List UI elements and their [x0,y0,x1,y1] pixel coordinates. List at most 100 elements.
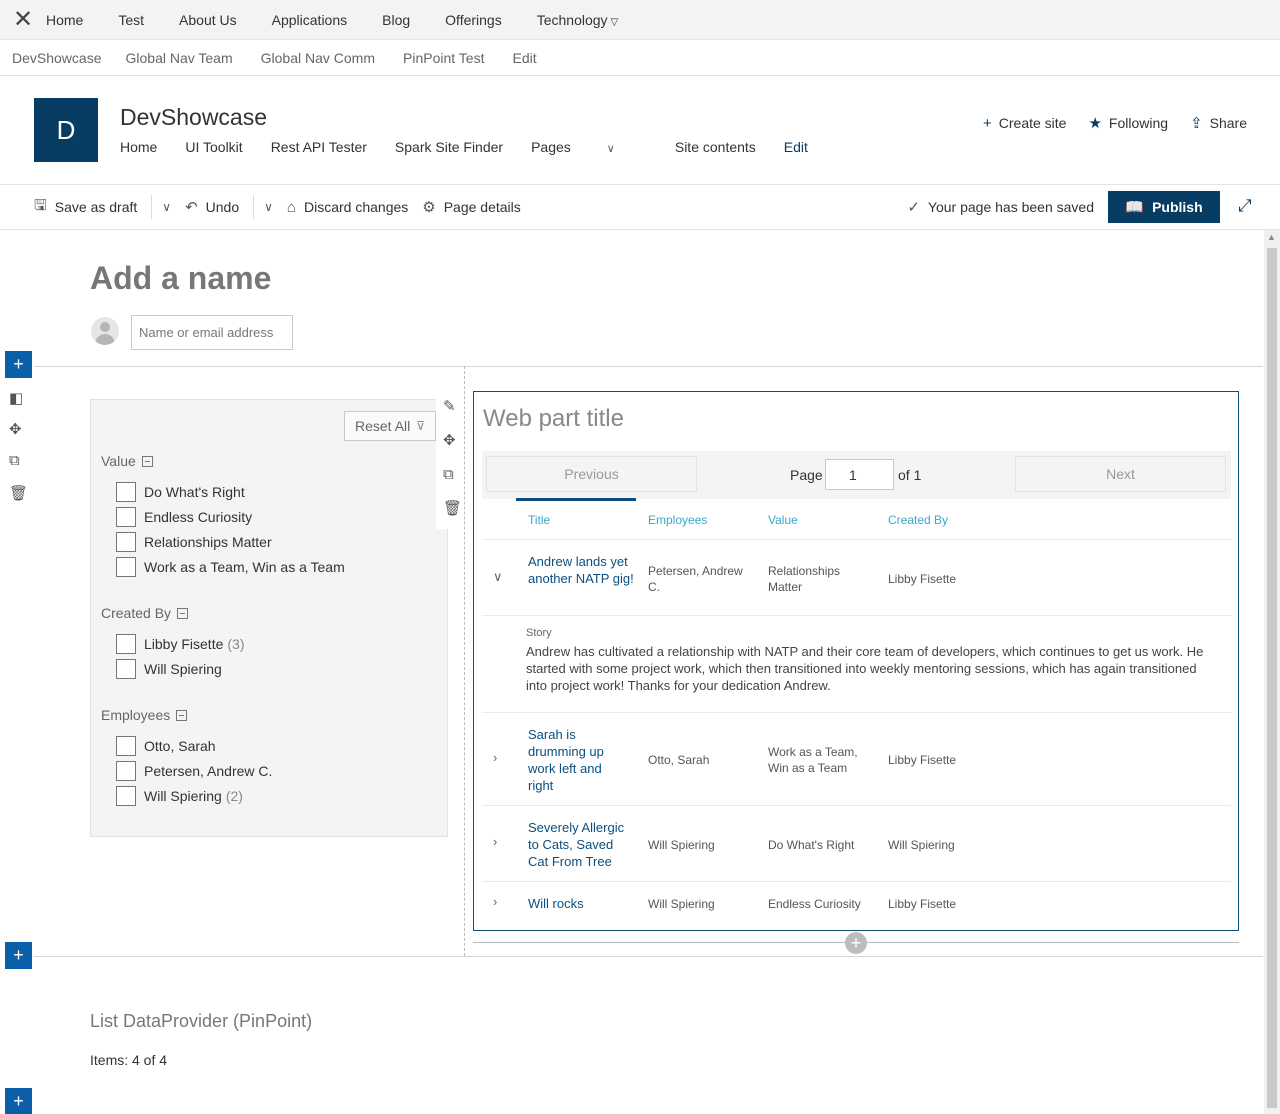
chevron-down-icon[interactable]: ∨ [162,200,171,214]
hub-nav: DevShowcase Global Nav Team Global Nav C… [0,40,1280,76]
row-value: Work as a Team, Win as a Team [768,745,858,775]
author-input[interactable]: Name or email address [131,315,293,350]
column-header-created-by[interactable]: Created By [888,513,948,527]
row-title-link[interactable]: Will rocks [528,895,584,912]
site-nav-pages[interactable]: Pages ∨ [531,139,643,155]
hub-nav-item-edit[interactable]: Edit [512,50,536,66]
global-nav-item-blog[interactable]: Blog [382,12,410,28]
column-header-title[interactable]: Title [528,513,550,527]
delete-icon[interactable]: 🗑 [443,499,462,517]
global-nav-item-applications[interactable]: Applications [272,12,348,28]
expand-icon[interactable]: ⤢ [1238,196,1252,216]
delete-icon[interactable]: 🗑 [9,484,28,502]
undo-button[interactable]: ↶ Undo [185,198,239,216]
hub-nav-item-global-nav-team[interactable]: Global Nav Team [126,50,233,66]
filter-group-value[interactable]: Value [101,453,153,469]
move-icon[interactable]: ✥ [443,431,456,449]
hub-nav-item-devshowcase[interactable]: DevShowcase [12,50,102,66]
duplicate-icon[interactable]: ⧉ [443,466,454,483]
checkbox[interactable] [116,736,136,756]
row-title-link[interactable]: Sarah is drumming up work left and right [528,726,616,794]
scroll-up-icon[interactable]: ▲ [1267,232,1276,242]
collapse-icon[interactable] [141,455,153,467]
filter-option[interactable]: Relationships Matter [116,532,272,552]
following-button[interactable]: ★ Following [1088,114,1168,132]
checkbox[interactable] [116,634,136,654]
edit-webpart-icon[interactable]: ✎ [443,397,456,415]
move-icon[interactable]: ✥ [9,420,22,438]
filter-option[interactable]: Libby Fisette (3) [116,634,245,654]
site-nav-spark-site-finder[interactable]: Spark Site Finder [395,139,503,155]
filter-option[interactable]: Work as a Team, Win as a Team [116,557,345,577]
webpart-title[interactable]: Web part title [483,405,624,433]
checkbox[interactable] [116,482,136,502]
share-button[interactable]: ⇪ Share [1190,114,1247,132]
page-details-button[interactable]: ⚙ Page details [422,198,521,216]
next-button[interactable]: Next [1015,456,1226,492]
site-nav-rest-api-tester[interactable]: Rest API Tester [271,139,367,155]
chevron-right-icon[interactable]: › [493,894,497,909]
page-number-input[interactable]: 1 [825,459,894,490]
checkbox[interactable] [116,761,136,781]
duplicate-icon[interactable]: ⧉ [9,452,20,469]
filter-group-label: Employees [101,707,171,723]
filter-group-employees[interactable]: Employees [101,707,188,723]
row-title-link[interactable]: Severely Allergic to Cats, Saved Cat Fro… [528,819,628,870]
column-header-value[interactable]: Value [768,513,798,527]
hub-nav-item-global-nav-comm[interactable]: Global Nav Comm [261,50,375,66]
gear-icon: ⚙ [422,199,436,216]
global-nav-item-about[interactable]: About Us [179,12,237,28]
edit-section-icon[interactable]: ◧ [9,389,23,407]
reset-all-button[interactable]: Reset All ⊽ [344,411,436,441]
add-section-button[interactable]: + [5,1088,32,1114]
collapse-icon[interactable] [177,607,189,619]
column-header-employees[interactable]: Employees [648,513,707,527]
add-section-button[interactable]: + [5,351,32,378]
site-logo[interactable]: D [34,98,98,162]
filter-option-label: Otto, Sarah [144,738,216,754]
checkbox[interactable] [116,659,136,679]
save-draft-button[interactable]: 🖫 Save as draft [34,195,137,220]
scrollbar[interactable]: ▲ [1264,230,1280,1114]
site-nav-edit[interactable]: Edit [784,139,808,155]
global-nav-item-home[interactable]: Home [46,12,83,28]
discard-changes-label: Discard changes [303,199,409,215]
add-section-button[interactable]: + [5,942,32,969]
hub-nav-item-pinpoint-test[interactable]: PinPoint Test [403,50,484,66]
plus-icon: + [850,933,862,953]
add-webpart-button[interactable]: + [845,932,867,954]
undo-label: Undo [205,199,240,215]
checkbox[interactable] [116,557,136,577]
filter-option[interactable]: Will Spiering [116,659,222,679]
page-title-input[interactable]: Add a name [90,260,271,297]
global-nav-item-offerings[interactable]: Offerings [445,12,502,28]
filter-option[interactable]: Do What's Right [116,482,245,502]
filter-option[interactable]: Petersen, Andrew C. [116,761,272,781]
filter-option[interactable]: Endless Curiosity [116,507,252,527]
filter-group-created-by[interactable]: Created By [101,605,189,621]
create-site-button[interactable]: + Create site [983,114,1066,132]
checkbox[interactable] [116,507,136,527]
collapse-icon[interactable] [176,709,188,721]
checkbox[interactable] [116,532,136,552]
chevron-down-icon[interactable]: ∨ [264,200,273,214]
previous-button[interactable]: Previous [486,456,697,492]
filter-option[interactable]: Will Spiering (2) [116,786,243,806]
discard-changes-button[interactable]: ⌂ Discard changes [287,199,408,216]
site-nav-site-contents[interactable]: Site contents [675,139,756,155]
chevron-right-icon[interactable]: › [493,834,497,849]
scrollbar-thumb[interactable] [1267,248,1277,1108]
global-nav-item-technology[interactable]: Technology ▽ [537,12,619,28]
publish-button[interactable]: 📖 Publish [1108,191,1220,223]
filter-option[interactable]: Otto, Sarah [116,736,216,756]
site-nav-ui-toolkit[interactable]: UI Toolkit [185,139,242,155]
checkbox[interactable] [116,786,136,806]
site-title[interactable]: DevShowcase [120,104,267,131]
close-icon[interactable]: ✕ [0,0,46,40]
row-title-link[interactable]: Andrew lands yet another NATP gig! [528,553,636,587]
global-nav-item-test[interactable]: Test [118,12,144,28]
following-label: Following [1108,115,1169,131]
site-nav-home[interactable]: Home [120,139,157,155]
collapse-row-icon[interactable]: ∨ [493,569,503,585]
chevron-right-icon[interactable]: › [493,750,497,765]
